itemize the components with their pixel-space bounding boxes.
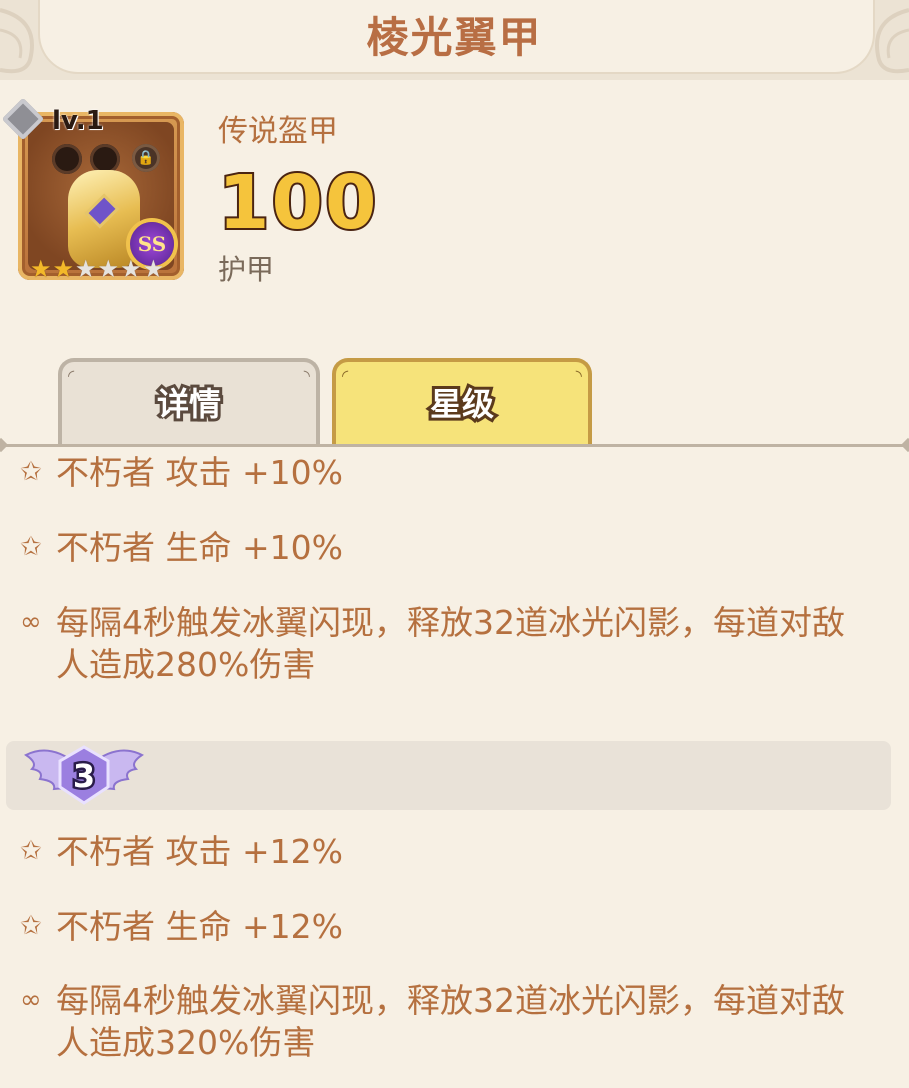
star-empty-icon: ★ — [97, 255, 120, 283]
star-empty-icon: ★ — [75, 255, 97, 283]
bonus-text: 不朽者 攻击 +10% — [56, 453, 343, 492]
page-title: 棱光翼甲 — [366, 13, 543, 62]
divider-end-right — [900, 437, 909, 453]
corner-ornament-icon: ◜ — [342, 366, 349, 385]
star-outline-icon: ✩ — [20, 532, 42, 562]
tab-stars-label: 星级 — [427, 382, 497, 426]
list-item: ✩ 不朽者 攻击 +12% — [20, 831, 343, 873]
item-stat-value: 100 — [216, 158, 379, 248]
gem-socket-1 — [52, 144, 82, 174]
corner-ornament-icon: ◜ — [68, 366, 75, 385]
link-icon: ∞ — [20, 607, 42, 637]
tab-details[interactable]: ◜ 详情 ◝ — [58, 358, 320, 446]
winged-tier-badge: 3 — [24, 745, 144, 805]
star-empty-icon: ★ — [142, 255, 165, 283]
list-item: ∞ 每隔4秒触发冰翼闪现，释放32道冰光闪影，每道对敌人造成280%伤害 — [20, 602, 856, 686]
star-filled-icon: ★ — [30, 255, 52, 283]
header: 棱光翼甲 — [0, 0, 909, 80]
item-stat-label: 护甲 — [218, 253, 275, 286]
star-empty-icon: ★ — [120, 255, 142, 283]
star-rating: ★ ★ ★ ★ ★ ★ — [30, 256, 164, 282]
link-icon: ∞ — [20, 985, 42, 1015]
star-outline-icon: ✩ — [20, 457, 42, 487]
item-image-frame: 🔒 SS — [28, 122, 174, 270]
tab-divider — [0, 444, 909, 447]
star-outline-icon: ✩ — [20, 911, 42, 941]
locked-socket-icon: 🔒 — [132, 144, 160, 172]
tier-number: 3 — [73, 757, 95, 795]
corner-ornament-icon: ◝ — [303, 366, 310, 385]
star-filled-icon: ★ — [52, 255, 75, 283]
list-item: ✩ 不朽者 攻击 +10% — [20, 452, 343, 494]
corner-ornament-icon: ◝ — [575, 366, 582, 385]
bonus-text: 不朽者 生命 +12% — [56, 907, 343, 946]
item-type: 传说盔甲 — [218, 114, 338, 149]
list-item: ✩ 不朽者 生命 +10% — [20, 527, 343, 569]
item-level: lv.1 — [52, 106, 104, 136]
skill-text: 每隔4秒触发冰翼闪现，释放32道冰光闪影，每道对敌人造成280%伤害 — [56, 603, 845, 684]
skill-text: 每隔4秒触发冰翼闪现，释放32道冰光闪影，每道对敌人造成320%伤害 — [56, 981, 845, 1062]
star-outline-icon: ✩ — [20, 836, 42, 866]
bonus-text: 不朽者 生命 +10% — [56, 528, 343, 567]
list-item: ∞ 每隔4秒触发冰翼闪现，释放32道冰光闪影，每道对敌人造成320%伤害 — [20, 980, 856, 1064]
divider-end-left — [0, 437, 9, 453]
tab-details-label: 详情 — [154, 382, 224, 426]
list-item: ✩ 不朽者 生命 +12% — [20, 906, 343, 948]
bonus-text: 不朽者 攻击 +12% — [56, 832, 343, 871]
tab-stars[interactable]: ◜ 星级 ◝ — [332, 358, 592, 446]
